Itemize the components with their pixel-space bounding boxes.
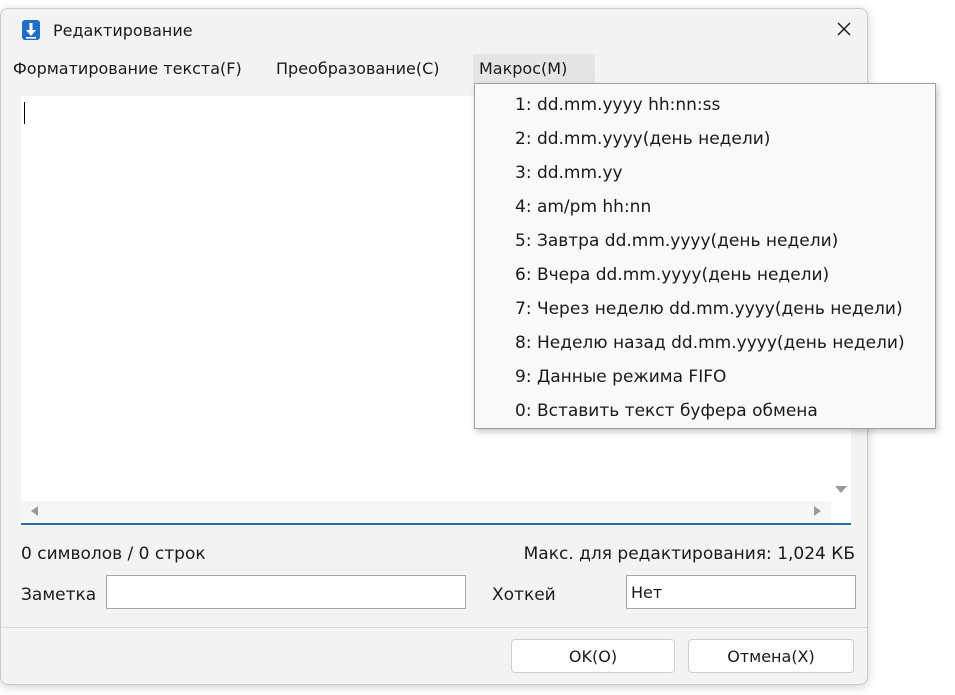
scroll-right-arrow-icon[interactable]: [814, 506, 821, 516]
scroll-left-arrow-icon[interactable]: [31, 506, 38, 516]
note-input[interactable]: [106, 575, 466, 609]
macro-item-4[interactable]: 4: am/pm hh:nn: [515, 191, 651, 223]
menu-bar: Форматирование текста(F) Преобразование(…: [1, 54, 867, 84]
max-edit-size: Макс. для редактирования: 1,024 КБ: [523, 544, 855, 564]
ok-button[interactable]: OK(O): [511, 639, 675, 673]
hotkey-label: Хоткей: [492, 585, 556, 605]
macro-dropdown-menu: 1: dd.mm.yyyy hh:nn:ss 2: dd.mm.yyyy(ден…: [474, 83, 936, 429]
title-bar: Редактирование: [1, 9, 867, 53]
note-label: Заметка: [21, 585, 97, 605]
footer-divider: [1, 627, 867, 628]
scroll-down-arrow-icon[interactable]: [835, 486, 847, 493]
cancel-button[interactable]: Отмена(X): [688, 639, 854, 673]
hotkey-input[interactable]: [626, 575, 856, 609]
close-button[interactable]: [821, 9, 867, 53]
menu-macro[interactable]: Макрос(M): [473, 54, 595, 84]
menu-text-formatting[interactable]: Форматирование текста(F): [7, 54, 248, 84]
macro-item-8[interactable]: 8: Неделю назад dd.mm.yyyy(день недели): [515, 327, 905, 359]
window-title: Редактирование: [53, 21, 193, 40]
close-icon: [836, 21, 852, 41]
macro-item-7[interactable]: 7: Через неделю dd.mm.yyyy(день недели): [515, 293, 903, 325]
macro-item-5[interactable]: 5: Завтра dd.mm.yyyy(день недели): [515, 225, 838, 257]
char-line-count: 0 символов / 0 строк: [21, 544, 206, 564]
macro-item-2[interactable]: 2: dd.mm.yyyy(день недели): [515, 123, 770, 155]
text-caret: [24, 102, 25, 124]
macro-item-3[interactable]: 3: dd.mm.yy: [515, 157, 623, 189]
macro-item-0[interactable]: 0: Вставить текст буфера обмена: [515, 395, 818, 427]
macro-item-1[interactable]: 1: dd.mm.yyyy hh:nn:ss: [515, 89, 720, 121]
horizontal-scrollbar[interactable]: [21, 501, 831, 521]
menu-conversion[interactable]: Преобразование(C): [270, 54, 446, 84]
download-arrow-icon: [21, 19, 41, 41]
macro-item-6[interactable]: 6: Вчера dd.mm.yyyy(день недели): [515, 259, 829, 291]
macro-item-9[interactable]: 9: Данные режима FIFO: [515, 361, 726, 393]
